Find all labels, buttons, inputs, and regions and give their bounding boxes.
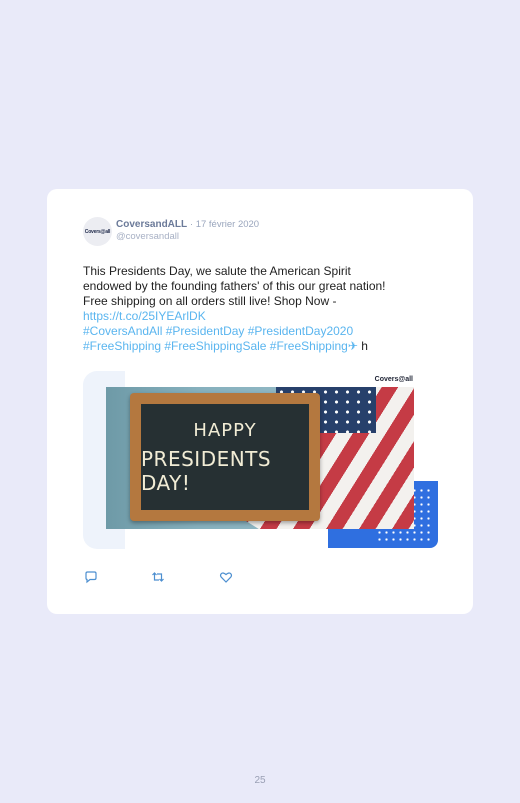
- chalkboard: HAPPY PRESIDENTS DAY!: [130, 393, 320, 521]
- like-icon[interactable]: [219, 570, 233, 584]
- reply-icon[interactable]: [84, 570, 98, 584]
- tweet-header: CoversandALL · 17 février 2020 @coversan…: [116, 219, 259, 243]
- brand-logo: Covers@all: [371, 375, 416, 384]
- tweet-date[interactable]: · 17 février 2020: [190, 219, 259, 230]
- retweet-icon[interactable]: [151, 570, 165, 584]
- tweet-text-line: Free shipping on all orders still live! …: [83, 294, 337, 308]
- avatar-logo: Covers@all: [84, 228, 111, 235]
- media-image[interactable]: HAPPY PRESIDENTS DAY!: [106, 387, 414, 529]
- chalkboard-surface: HAPPY PRESIDENTS DAY!: [141, 404, 309, 510]
- airplane-emoji: ✈: [347, 339, 358, 353]
- tweet-text: This Presidents Day, we salute the Ameri…: [83, 264, 433, 354]
- tweet-media[interactable]: HAPPY PRESIDENTS DAY! Covers@all: [83, 371, 438, 549]
- tweet-actions: [84, 570, 264, 584]
- chalk-text-line1: HAPPY: [193, 419, 257, 441]
- hashtags[interactable]: #FreeShipping #FreeShippingSale #FreeShi…: [83, 339, 348, 353]
- user-handle[interactable]: @coversandall: [116, 231, 179, 242]
- tweet-text-line: This Presidents Day, we salute the Ameri…: [83, 264, 351, 278]
- tweet-card: Covers@all CoversandALL · 17 février 202…: [47, 189, 473, 614]
- avatar[interactable]: Covers@all: [83, 217, 112, 246]
- display-name[interactable]: CoversandALL: [116, 219, 187, 230]
- chalk-text-line2: PRESIDENTS DAY!: [141, 446, 272, 495]
- tweet-link[interactable]: https://t.co/25IYEArlDK: [83, 309, 206, 323]
- tweet-text-line: endowed by the founding fathers' of this…: [83, 279, 386, 293]
- hashtags[interactable]: #CoversAndAll #PresidentDay #PresidentDa…: [83, 324, 353, 338]
- page-number: 25: [254, 775, 266, 786]
- trailing-text: h: [357, 339, 368, 353]
